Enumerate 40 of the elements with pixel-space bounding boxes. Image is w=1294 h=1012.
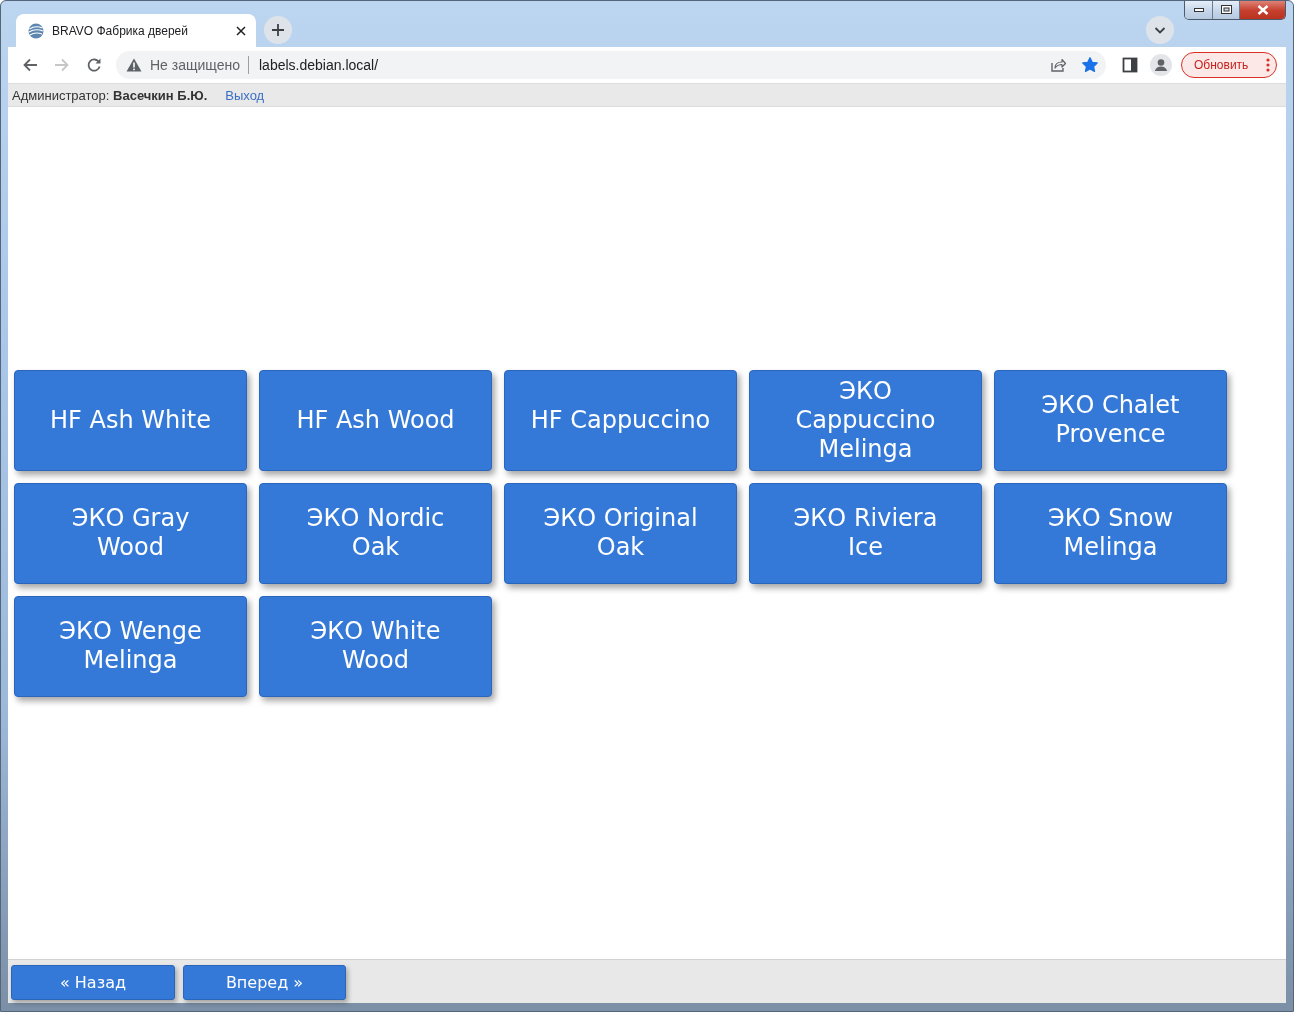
url-text: labels.debian.local/ — [259, 57, 380, 73]
maximize-button[interactable] — [1212, 1, 1239, 19]
product-button[interactable]: HF Cappuccino — [504, 369, 737, 471]
chevron-down-icon[interactable] — [1146, 16, 1174, 44]
profile-icon[interactable] — [1150, 54, 1172, 76]
product-button[interactable]: ЭКО White Wood — [259, 595, 492, 697]
back-button[interactable]: « Назад — [11, 965, 175, 1000]
striped-globe-icon — [28, 22, 44, 39]
side-panel-icon[interactable] — [1122, 57, 1138, 73]
back-arrow-icon[interactable] — [22, 57, 38, 73]
close-button[interactable] — [1239, 1, 1285, 19]
product-button[interactable]: ЭКО Nordic Oak — [259, 482, 492, 584]
forward-button[interactable]: Вперед » — [183, 965, 346, 1000]
product-button[interactable]: ЭКО Snow Melinga — [994, 482, 1227, 584]
product-button[interactable]: ЭКО Gray Wood — [14, 482, 247, 584]
security-label: Не защищено — [150, 57, 240, 73]
logout-link[interactable]: Выход — [225, 87, 265, 103]
product-button[interactable]: ЭКО Original Oak — [504, 482, 737, 584]
minimize-button[interactable] — [1185, 1, 1212, 19]
star-icon[interactable] — [1082, 57, 1098, 73]
minimize-icon — [1193, 7, 1204, 12]
tab-title: BRAVO Фабрика дверей — [52, 23, 189, 38]
address-bar[interactable]: Не защищено labels.debian.local/ — [116, 51, 1106, 79]
product-button[interactable]: HF Ash Wood — [259, 369, 492, 471]
close-icon — [1256, 4, 1269, 15]
maximize-icon — [1220, 5, 1232, 14]
share-icon[interactable] — [1050, 57, 1066, 73]
product-button[interactable]: ЭКО Cappuccino Melinga — [749, 369, 982, 471]
browser-tab[interactable]: BRAVO Фабрика дверей — [16, 14, 256, 47]
plus-icon[interactable] — [264, 16, 292, 44]
product-button[interactable]: HF Ash White — [14, 369, 247, 471]
product-button[interactable]: ЭКО Wenge Melinga — [14, 595, 247, 697]
user-label: Администратор: Васечкин Б.Ю. — [12, 87, 208, 103]
reload-icon[interactable] — [86, 57, 102, 73]
close-icon[interactable] — [236, 25, 246, 36]
warning-icon — [126, 58, 142, 72]
product-button[interactable]: ЭКО Chalet Provence — [994, 369, 1227, 471]
kebab-menu-icon — [1266, 58, 1270, 72]
update-button[interactable]: Обновить — [1181, 52, 1277, 78]
product-button[interactable]: ЭКО Riviera Ice — [749, 482, 982, 584]
